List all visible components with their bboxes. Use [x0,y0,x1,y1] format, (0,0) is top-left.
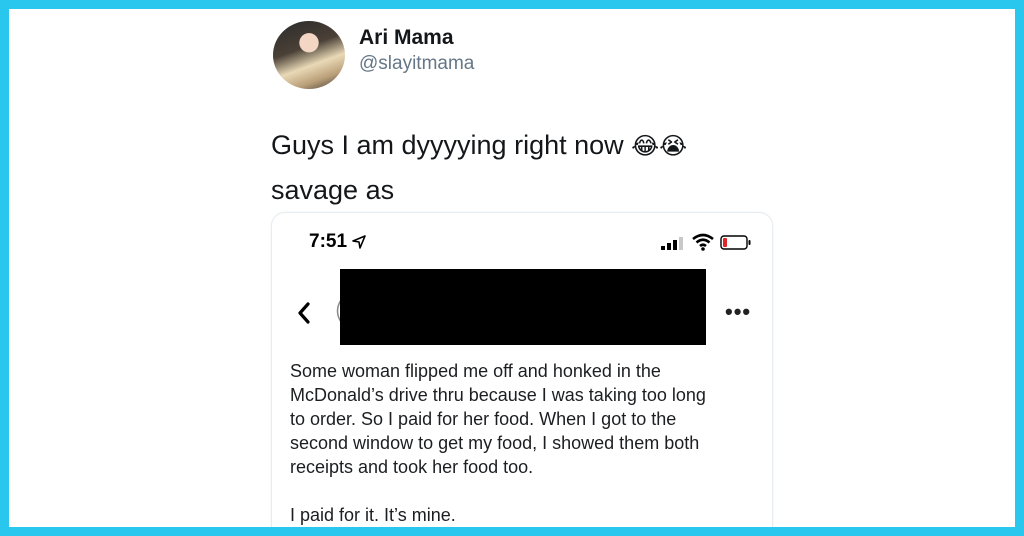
signal-icon [661,237,683,250]
battery-icon [720,235,751,250]
avatar[interactable] [273,21,345,89]
post-last-line: I paid for it. It’s mine. [290,505,456,525]
tweet-text-line-1: Guys I am dyyyying right now 😂😭 [271,123,791,168]
post-line: second window to get my food, I showed t… [290,433,700,453]
status-bar-time: 7:51 [309,231,348,252]
post-line: Some woman flipped me off and honked in … [290,361,661,381]
author-handle[interactable]: @slayitmama [359,53,474,75]
post-line: to order. So I paid for her food. When I… [290,409,677,429]
redaction-bar [340,269,706,345]
post-line: McDonald’s drive thru because I was taki… [290,385,706,405]
post-line: receipts and took her food too. [290,457,534,477]
tweet-emoji: 😂😭 [631,132,688,160]
more-icon[interactable]: ••• [725,301,751,323]
image-frame: Ari Mama @slayitmama Guys I am dyyyying … [0,0,1024,536]
tweet-text: Guys I am dyyyying right now 😂😭 savage a… [271,123,791,212]
post-body: Some woman flipped me off and honked in … [290,359,760,527]
tweet-text-line-1-text: Guys I am dyyyying right now [271,130,632,160]
wifi-icon [692,233,714,251]
location-arrow-icon [352,235,366,249]
author-display-name[interactable]: Ari Mama [359,26,454,50]
tweet-text-line-2: savage as [271,175,395,205]
back-chevron-icon[interactable] [295,301,313,325]
